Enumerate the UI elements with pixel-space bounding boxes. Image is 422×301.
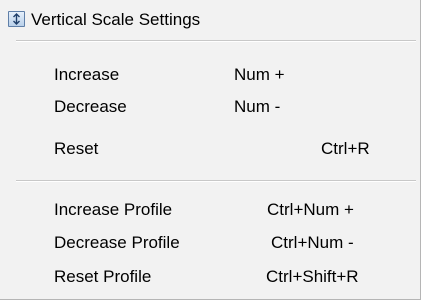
menu-item-label: Decrease <box>54 97 127 116</box>
menu-separator <box>16 180 416 182</box>
menu-item-shortcut: Num + <box>234 65 285 84</box>
menu-item-shortcut: Num - <box>234 97 281 116</box>
menu-item-reset[interactable]: Reset Ctrl+R <box>0 134 420 164</box>
menu-item-label: Reset Profile <box>54 267 152 286</box>
menu-item-increase-profile[interactable]: Increase Profile Ctrl+Num + <box>0 195 420 225</box>
menu-item-shortcut: Ctrl+Shift+R <box>266 267 359 286</box>
menu-item-shortcut: Ctrl+Num - <box>271 233 354 252</box>
menu-header-label: Vertical Scale Settings <box>31 10 201 29</box>
menu-header-vertical-scale-settings[interactable]: Vertical Scale Settings <box>0 0 420 40</box>
vertical-scale-icon <box>8 11 25 27</box>
menu-item-decrease-profile[interactable]: Decrease Profile Ctrl+Num - <box>0 228 420 258</box>
menu-item-label: Decrease Profile <box>54 233 180 252</box>
menu-item-label: Reset <box>54 139 99 158</box>
menu-item-increase[interactable]: Increase Num + <box>0 60 420 90</box>
menu-item-shortcut: Ctrl+Num + <box>267 200 354 219</box>
menu-item-label: Increase <box>54 65 120 84</box>
menu-item-reset-profile[interactable]: Reset Profile Ctrl+Shift+R <box>0 262 420 292</box>
context-menu: Vertical Scale Settings Increase Num + D… <box>0 0 421 300</box>
menu-item-shortcut: Ctrl+R <box>321 139 370 158</box>
menu-item-decrease[interactable]: Decrease Num - <box>0 92 420 122</box>
menu-item-label: Increase Profile <box>54 200 173 219</box>
menu-separator <box>16 40 416 42</box>
